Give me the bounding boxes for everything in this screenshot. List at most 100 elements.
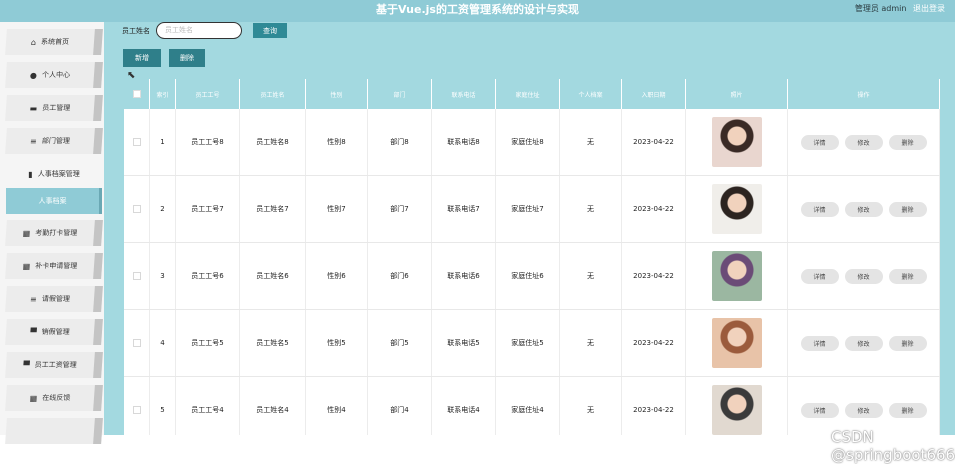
cell-date: 2023-04-22 (622, 310, 686, 376)
delete-button[interactable]: 删除 (888, 134, 927, 150)
checkbox[interactable] (132, 205, 141, 213)
header-tel[interactable]: 联系电话 (432, 79, 496, 109)
sidebar-item-departments[interactable]: ≡ 部门管理 (5, 128, 103, 154)
sidebar-item-hr-files[interactable]: 人事档案 (6, 188, 102, 214)
sidebar-item-label: 销假管理 (41, 328, 70, 336)
logout-link[interactable]: 退出登录 (913, 4, 945, 13)
query-button[interactable]: 查询 (253, 23, 287, 38)
delete-button[interactable]: 删除 (888, 201, 927, 217)
cell-addr: 家庭住址5 (496, 310, 560, 376)
cell-sex: 性别5 (306, 310, 368, 376)
sidebar-item-leave[interactable]: ≡ 请假管理 (5, 286, 103, 312)
row-checkbox[interactable] (124, 176, 150, 242)
add-button[interactable]: 新增 (123, 49, 161, 67)
cell-photo (686, 243, 788, 309)
sidebar-item-employees[interactable]: ▬ 员工管理 (5, 95, 103, 121)
checkbox[interactable] (132, 406, 141, 414)
row-checkbox[interactable] (124, 310, 150, 376)
header-sex[interactable]: 性别 (306, 79, 368, 109)
edit-button[interactable]: 修改 (844, 201, 883, 217)
person-icon: ● (29, 70, 38, 80)
sidebar-item-attendance[interactable]: ▦ 考勤打卡管理 (5, 220, 103, 246)
sidebar-item-feedback[interactable]: ▦ 在线反馈 (5, 385, 103, 411)
checkbox[interactable] (132, 339, 141, 347)
header-file[interactable]: 个人档案 (560, 79, 622, 109)
edit-button[interactable]: 修改 (844, 335, 883, 351)
sidebar-item-label: 员工工资管理 (34, 361, 77, 369)
detail-button[interactable]: 详情 (800, 335, 839, 351)
header-date[interactable]: 入职日期 (622, 79, 686, 109)
search-input[interactable] (156, 22, 242, 39)
home-icon: ⌂ (30, 37, 37, 47)
cell-date: 2023-04-22 (622, 243, 686, 309)
delete-button[interactable]: 删除 (888, 402, 927, 418)
batch-delete-button[interactable]: 删除 (169, 49, 205, 67)
employee-photo[interactable] (711, 117, 762, 167)
row-checkbox[interactable] (124, 377, 150, 435)
sidebar-item-salary[interactable]: ▀ 员工工资管理 (5, 352, 103, 378)
sidebar-item-hr-files-manage[interactable]: ▮ 人事档案管理 (6, 161, 102, 187)
monitor-icon: ▀ (30, 327, 37, 337)
cell-actions: 详情 修改 删除 (788, 176, 940, 242)
header-addr[interactable]: 家庭住址 (496, 79, 560, 109)
sidebar-item-label: 在线反馈 (42, 394, 71, 402)
checkbox[interactable] (132, 272, 141, 280)
user-info: 管理员 admin 退出登录 (855, 3, 945, 14)
grid-icon: ▦ (22, 261, 31, 271)
checkbox[interactable] (132, 138, 141, 146)
employee-photo[interactable] (711, 251, 762, 301)
select-all-checkbox[interactable] (124, 79, 150, 109)
top-header: 基于Vue.js的工资管理系统的设计与实现 管理员 admin 退出登录 (0, 0, 955, 22)
delete-button[interactable]: 删除 (888, 268, 927, 284)
sidebar-item-label: 部门管理 (41, 137, 71, 145)
cell-tel: 联系电话8 (432, 109, 496, 175)
sidebar-item-home[interactable]: ⌂ 系统首页 (5, 29, 103, 55)
edit-button[interactable]: 修改 (844, 268, 883, 284)
cell-index: 2 (150, 176, 176, 242)
cell-photo (686, 310, 788, 376)
edit-button[interactable]: 修改 (844, 134, 883, 150)
employee-photo[interactable] (711, 385, 762, 435)
cell-dept: 部门8 (368, 109, 432, 175)
sidebar-item-partial[interactable] (5, 418, 103, 444)
detail-button[interactable]: 详情 (800, 201, 839, 217)
header-emp-no[interactable]: 员工工号 (176, 79, 240, 109)
delete-button[interactable]: 删除 (888, 335, 927, 351)
sidebar-item-label: 个人中心 (41, 71, 71, 79)
cell-tel: 联系电话5 (432, 310, 496, 376)
cell-date: 2023-04-22 (622, 176, 686, 242)
header-emp-name[interactable]: 员工姓名 (240, 79, 306, 109)
cell-addr: 家庭住址8 (496, 109, 560, 175)
row-checkbox[interactable] (124, 109, 150, 175)
cell-dept: 部门7 (368, 176, 432, 242)
list-icon: ≡ (29, 136, 38, 146)
detail-button[interactable]: 详情 (800, 268, 839, 284)
search-label: 员工姓名 (122, 27, 150, 35)
row-checkbox[interactable] (124, 243, 150, 309)
cell-addr: 家庭住址7 (496, 176, 560, 242)
sidebar: ⌂ 系统首页 ● 个人中心 ▬ 员工管理 ≡ 部门管理 ▮ 人事档案管理 人事档案 ▦ 考勤… (0, 22, 104, 444)
detail-button[interactable]: 详情 (800, 402, 839, 418)
cell-photo (686, 176, 788, 242)
briefcase-icon: ▬ (29, 103, 38, 113)
cell-emp-name: 员工姓名8 (240, 109, 306, 175)
edit-button[interactable]: 修改 (844, 402, 883, 418)
cell-sex: 性别8 (306, 109, 368, 175)
cell-addr: 家庭住址6 (496, 243, 560, 309)
employee-photo[interactable] (711, 184, 762, 234)
cell-photo (686, 377, 788, 435)
employee-table: 索引 员工工号 员工姓名 性别 部门 联系电话 家庭住址 个人档案 入职日期 照… (124, 79, 940, 435)
sidebar-item-leave-cancel[interactable]: ▀ 销假管理 (5, 319, 103, 345)
cell-sex: 性别7 (306, 176, 368, 242)
header-index: 索引 (150, 79, 176, 109)
cell-file: 无 (560, 109, 622, 175)
sidebar-item-reclock[interactable]: ▦ 补卡申请管理 (5, 253, 103, 279)
cell-emp-no: 员工工号4 (176, 377, 240, 435)
detail-button[interactable]: 详情 (800, 134, 839, 150)
cell-dept: 部门6 (368, 243, 432, 309)
employee-photo[interactable] (711, 318, 762, 368)
sidebar-item-profile[interactable]: ● 个人中心 (5, 62, 103, 88)
grid-icon: ▦ (22, 228, 31, 238)
header-dept[interactable]: 部门 (368, 79, 432, 109)
cell-file: 无 (560, 377, 622, 435)
